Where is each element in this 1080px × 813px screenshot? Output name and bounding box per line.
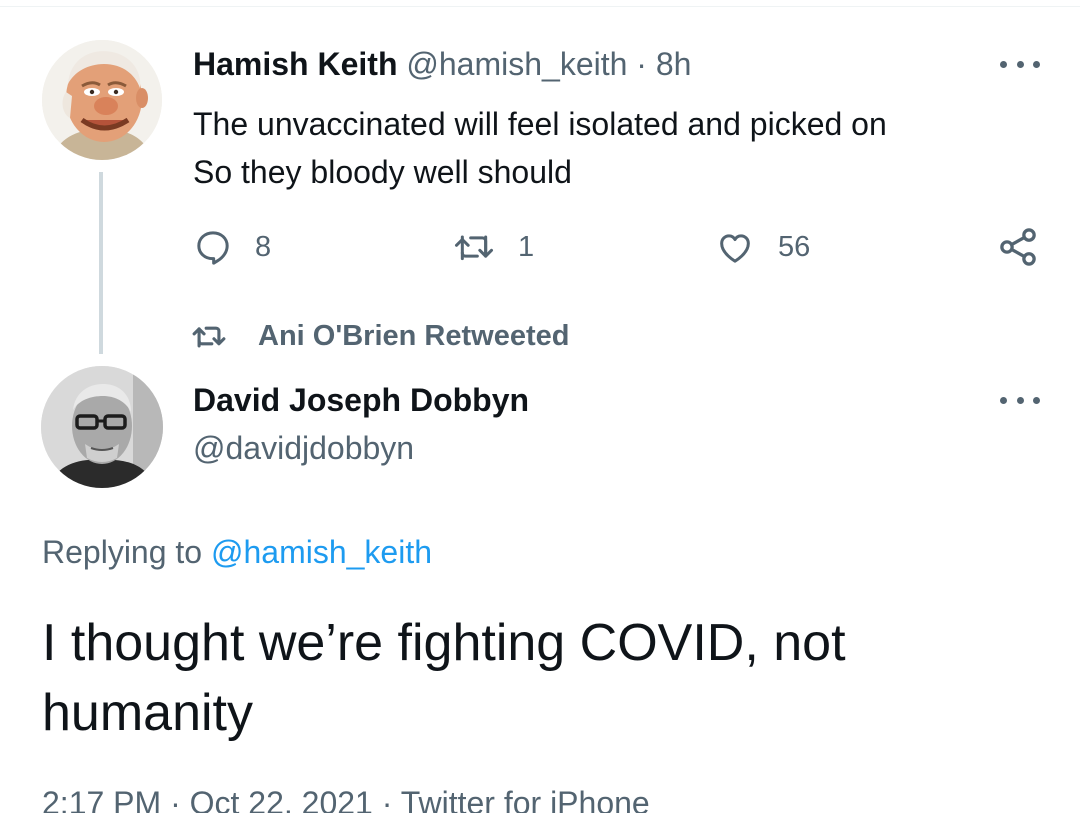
caricature-avatar-image [42, 40, 162, 160]
profile-photo-image [41, 366, 163, 488]
tweet-metadata[interactable]: 2:17 PM · Oct 22, 2021 · Twitter for iPh… [42, 783, 650, 813]
share-icon [1000, 228, 1036, 266]
parent-tweet-text: The unvaccinated will feel isolated and … [193, 100, 1033, 196]
more-icon[interactable] [1000, 392, 1040, 408]
divider [0, 6, 1080, 7]
retweet-icon [192, 326, 226, 348]
reply-button[interactable]: 8 [193, 224, 271, 270]
reply-count: 8 [255, 230, 272, 263]
tweet-thread: Hamish Keith @hamish_keith · 8h The unva… [0, 0, 1080, 813]
like-button[interactable]: 56 [714, 224, 810, 270]
main-tweet-text: I thought we’re fighting COVID, not huma… [42, 608, 1042, 748]
parent-tweet-header: Hamish Keith @hamish_keith · 8h [193, 44, 691, 84]
display-name[interactable]: David Joseph Dobbyn [193, 380, 529, 420]
avatar-david-joseph-dobbyn[interactable] [41, 366, 163, 488]
retweeted-by-label[interactable]: Ani O'Brien Retweeted [190, 316, 569, 356]
tweet-text-line: So they bloody well should [193, 154, 572, 190]
avatar-hamish-keith[interactable] [42, 40, 162, 160]
share-button[interactable] [996, 224, 1040, 270]
display-name[interactable]: Hamish Keith [193, 46, 397, 82]
timestamp[interactable]: 8h [656, 46, 692, 82]
separator: · [636, 46, 647, 82]
more-icon[interactable] [1000, 56, 1040, 72]
replying-to-prefix: Replying to [42, 534, 203, 570]
heart-icon [720, 234, 750, 263]
handle[interactable]: @hamish_keith [406, 46, 627, 82]
tweet-text-line: The unvaccinated will feel isolated and … [193, 106, 887, 142]
like-count: 56 [778, 230, 811, 263]
tweet-text-line: I thought we’re fighting COVID, not [42, 614, 846, 672]
retweet-button[interactable]: 1 [452, 224, 534, 270]
thread-connector-line [99, 172, 103, 354]
replying-to-handle-link[interactable]: @hamish_keith [211, 534, 432, 570]
handle[interactable]: @davidjdobbyn [193, 428, 414, 468]
retweet-icon [455, 235, 493, 261]
replying-to: Replying to @hamish_keith [42, 532, 432, 572]
tweet-text-line: humanity [42, 684, 253, 742]
retweeted-by-text: Ani O'Brien Retweeted [258, 319, 570, 352]
speech-bubble-icon [197, 231, 229, 265]
retweet-count: 1 [518, 230, 535, 263]
